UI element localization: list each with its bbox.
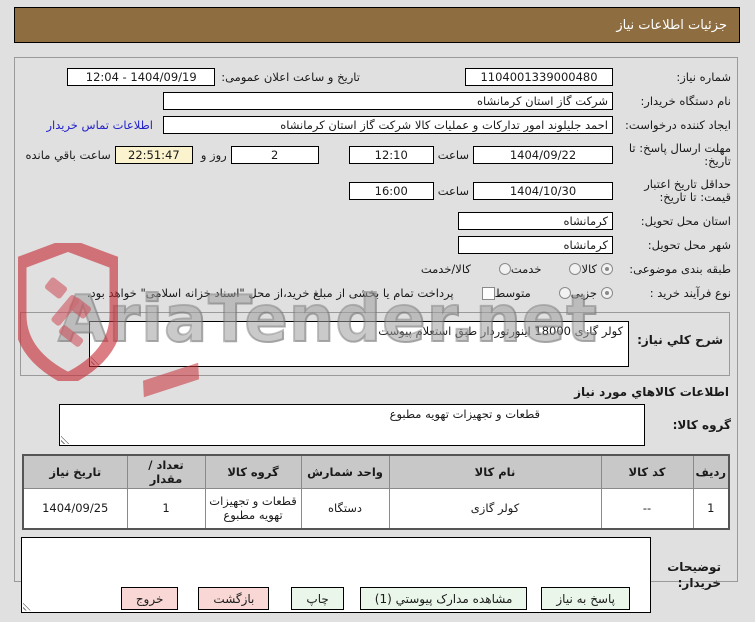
print-button[interactable]: چاپ bbox=[291, 587, 344, 610]
page-title-text: جزئیات اطلاعات نیاز bbox=[616, 17, 727, 33]
province-label: استان محل تحویل: bbox=[640, 213, 731, 228]
row-province: استان محل تحویل: کرمانشاه bbox=[19, 212, 731, 230]
table-row: 1 -- کولر گازی دستگاه قطعات و تجهیزات ته… bbox=[22, 488, 730, 529]
cell-need-date: 1404/09/25 bbox=[22, 488, 128, 529]
deadline-time-field[interactable]: 12:10 bbox=[348, 146, 434, 164]
cell-quantity: 1 bbox=[126, 488, 206, 529]
row-process-type: نوع فرآیند خرید : جزیی متوسط پرداخت تمام… bbox=[19, 284, 731, 302]
col-unit: واحد شمارش bbox=[300, 454, 390, 489]
goods-info-heading: اطلاعات کالاهاي مورد نیاز bbox=[574, 385, 729, 399]
cell-row-number: 1 bbox=[692, 488, 730, 529]
col-item-code: کد کالا bbox=[600, 454, 694, 489]
deadline-hour-label: ساعت bbox=[437, 148, 469, 162]
need-details-panel: شماره نیاز: 1104001339000480 تاریخ و ساع… bbox=[14, 57, 738, 613]
back-button[interactable]: بازگشت bbox=[198, 587, 270, 610]
deadline-date-field[interactable]: 1404/09/22 bbox=[473, 146, 613, 164]
row-response-deadline: مهلت ارسال پاسخ: تا تاریخ: 1404/09/22 سا… bbox=[19, 140, 732, 170]
radio-goods-label: کالا bbox=[581, 262, 597, 276]
need-number-label: شماره نیاز: bbox=[676, 69, 731, 84]
col-item-name: نام کالا bbox=[388, 454, 602, 489]
process-type-label: نوع فرآیند خرید : bbox=[649, 285, 731, 300]
row-price-validity: حداقل تاریخ اعتبار قیمت: تا تاریخ: 1404/… bbox=[19, 176, 731, 206]
creator-field[interactable]: احمد جلیلوند امور تدارکات و عملیات کالا … bbox=[163, 116, 613, 134]
col-quantity: تعداد / مقدار bbox=[126, 454, 206, 489]
col-row-number: ردیف bbox=[692, 454, 730, 489]
radio-medium[interactable] bbox=[558, 287, 571, 299]
goods-table: ردیف کد کالا نام کالا واحد شمارش گروه کا… bbox=[22, 454, 730, 530]
view-attachments-button[interactable]: مشاهده مدارک پیوستي (1) bbox=[359, 587, 528, 610]
city-field[interactable]: کرمانشاه bbox=[458, 236, 613, 254]
row-buyer-name: نام دستگاه خریدار: شرکت گاز استان کرمانش… bbox=[19, 92, 731, 110]
province-field[interactable]: کرمانشاه bbox=[458, 212, 613, 230]
row-need-number: شماره نیاز: 1104001339000480 تاریخ و ساع… bbox=[19, 68, 731, 86]
action-buttons-bar: پاسخ به نیاز مشاهده مدارک پیوستي (1) چاپ… bbox=[14, 587, 741, 610]
goods-group-textarea[interactable]: قطعات و تجهیزات تهویه مطبوع bbox=[59, 404, 645, 446]
radio-medium-label: متوسط bbox=[494, 286, 531, 300]
page-title: جزئیات اطلاعات نیاز bbox=[14, 7, 740, 43]
need-description-box: شرح کلي نیاز: کولر گازی 18000 اینورتوردا… bbox=[20, 312, 730, 376]
buyer-name-field[interactable]: شرکت گاز استان کرمانشاه bbox=[163, 92, 613, 110]
remaining-days-field[interactable]: 2 bbox=[230, 146, 319, 164]
treasury-checkbox[interactable] bbox=[481, 286, 495, 300]
classification-label: طبقه بندی موضوعی: bbox=[629, 261, 731, 276]
need-description-label: شرح کلي نیاز: bbox=[637, 333, 723, 347]
announce-datetime-label: تاریخ و ساعت اعلان عمومی: bbox=[221, 70, 360, 84]
countdown-timer: 22:51:47 bbox=[114, 146, 193, 164]
respond-button[interactable]: پاسخ به نیاز bbox=[541, 587, 630, 610]
deadline-label: مهلت ارسال پاسخ: تا تاریخ: bbox=[628, 141, 731, 168]
cell-item-group: قطعات و تجهیزات تهویه مطبوع bbox=[204, 488, 302, 529]
creator-label: ایجاد کننده درخواست: bbox=[625, 117, 731, 132]
announce-datetime-field[interactable]: 1404/09/19 - 12:04 bbox=[67, 68, 216, 86]
need-description-textarea[interactable]: کولر گازی 18000 اینورتوردار طبق استعلام … bbox=[89, 321, 630, 367]
cell-item-code: -- bbox=[600, 488, 694, 529]
resize-grip[interactable] bbox=[61, 435, 70, 444]
need-number-field[interactable]: 1104001339000480 bbox=[465, 68, 613, 86]
row-creator: ایجاد کننده درخواست: احمد جلیلوند امور ت… bbox=[19, 116, 731, 134]
row-classification: طبقه بندی موضوعی: کالا خدمت کالا/خدمت bbox=[19, 260, 731, 278]
radio-service[interactable] bbox=[569, 263, 582, 275]
validity-time-field[interactable]: 16:00 bbox=[348, 182, 434, 200]
buyer-contact-link[interactable]: اطلاعات تماس خریدار bbox=[46, 118, 153, 132]
cell-item-name: کولر گازی bbox=[388, 488, 602, 529]
days-and-label: روز و bbox=[200, 148, 227, 162]
radio-service-label: خدمت bbox=[510, 262, 542, 276]
city-label: شهر محل تحویل: bbox=[647, 237, 731, 252]
goods-group-value: قطعات و تجهیزات تهویه مطبوع bbox=[389, 407, 540, 421]
col-item-group: گروه کالا bbox=[204, 454, 302, 489]
row-city: شهر محل تحویل: کرمانشاه bbox=[19, 236, 731, 254]
validity-hour-label: ساعت bbox=[437, 184, 469, 198]
resize-grip[interactable] bbox=[91, 356, 101, 365]
radio-goods-service[interactable] bbox=[498, 263, 511, 275]
col-need-date: تاریخ نیاز bbox=[22, 454, 128, 489]
goods-group-label: گروه کالا: bbox=[672, 417, 731, 432]
buyer-notes-label: توضیحات خریدار: bbox=[667, 559, 721, 590]
goods-table-header-row: ردیف کد کالا نام کالا واحد شمارش گروه کا… bbox=[22, 454, 730, 489]
radio-goods[interactable] bbox=[601, 263, 613, 275]
radio-partial[interactable] bbox=[601, 287, 613, 299]
row-goods-group: گروه کالا: قطعات و تجهیزات تهویه مطبوع bbox=[19, 404, 731, 446]
hours-remaining-label: ساعت باقي مانده bbox=[25, 148, 111, 162]
treasury-checkbox-label: پرداخت تمام یا بخشی از مبلغ خرید،از محل … bbox=[86, 285, 454, 300]
radio-goods-service-label: کالا/خدمت bbox=[420, 262, 471, 276]
exit-button[interactable]: خروج bbox=[120, 587, 179, 610]
validity-date-field[interactable]: 1404/10/30 bbox=[473, 182, 613, 200]
buyer-name-label: نام دستگاه خریدار: bbox=[640, 93, 731, 108]
cell-unit: دستگاه bbox=[300, 488, 390, 529]
validity-label: حداقل تاریخ اعتبار قیمت: تا تاریخ: bbox=[644, 177, 731, 204]
need-description-value: کولر گازی 18000 اینورتوردار طبق استعلام … bbox=[378, 324, 624, 338]
radio-partial-label: جزیی bbox=[570, 286, 597, 300]
